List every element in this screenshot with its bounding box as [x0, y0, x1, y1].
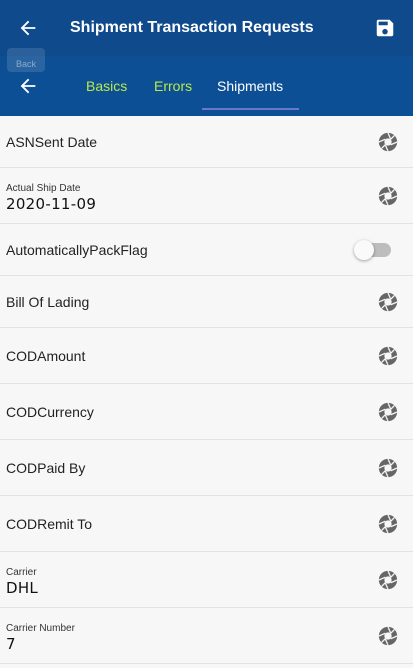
camera-icon[interactable]: [377, 345, 399, 367]
field-row-automatically-pack-flag: AutomaticallyPackFlag: [0, 224, 413, 276]
title-bar: Shipment Transaction Requests: [0, 0, 413, 56]
field-row-asnsent-date[interactable]: ASNSent Date: [0, 116, 413, 168]
field-label: CODPaid By: [6, 459, 86, 476]
camera-icon[interactable]: [377, 513, 399, 535]
tab-errors[interactable]: Errors: [134, 56, 202, 116]
tab-list: Basics Errors Shipments: [66, 56, 299, 116]
field-row-codamount[interactable]: CODAmount: [0, 328, 413, 384]
save-button[interactable]: [357, 0, 413, 56]
field-row-codcurrency[interactable]: CODCurrency: [0, 384, 413, 440]
field-label: CODCurrency: [6, 403, 94, 420]
camera-icon[interactable]: [377, 131, 399, 153]
field-label: CODRemit To: [6, 515, 93, 532]
field-label: ASNSent Date: [6, 133, 98, 150]
field-value: 2020-11-09: [6, 194, 97, 213]
camera-icon[interactable]: [377, 185, 399, 207]
field-value: 7: [6, 634, 16, 653]
field-row-carrier-number[interactable]: Carrier Number 7: [0, 608, 413, 664]
field-label: CODAmount: [6, 347, 86, 364]
camera-icon[interactable]: [377, 291, 399, 313]
field-row-codpaid-by[interactable]: CODPaid By: [0, 440, 413, 496]
field-list: ASNSent Date Actual Ship Date 2020-11-09…: [0, 116, 413, 664]
arrow-left-icon: [20, 78, 36, 94]
tab-basics[interactable]: Basics: [66, 56, 127, 116]
page-title: Shipment Transaction Requests: [70, 19, 314, 36]
field-label: Carrier: [6, 566, 37, 578]
field-row-codremit-to[interactable]: CODRemit To: [0, 496, 413, 552]
tab-shipments[interactable]: Shipments: [202, 56, 299, 116]
camera-icon[interactable]: [377, 401, 399, 423]
field-row-bill-of-lading[interactable]: Bill Of Lading: [0, 276, 413, 328]
field-label: Bill Of Lading: [6, 293, 90, 310]
field-value: DHL: [6, 578, 39, 597]
field-label: Actual Ship Date: [6, 182, 81, 194]
arrow-left-icon: [20, 20, 36, 36]
tab-bar: Back Basics Errors Shipments: [0, 48, 413, 116]
field-label: Carrier Number: [6, 622, 75, 634]
field-row-actual-ship-date[interactable]: Actual Ship Date 2020-11-09: [0, 168, 413, 224]
secondary-back-button[interactable]: [0, 56, 56, 116]
field-label: AutomaticallyPackFlag: [6, 241, 148, 258]
field-row-carrier[interactable]: Carrier DHL: [0, 552, 413, 608]
app-root: Shipment Transaction Requests Back Basic…: [0, 0, 413, 668]
save-icon: [376, 19, 394, 37]
pack-flag-toggle[interactable]: [354, 239, 391, 260]
camera-icon[interactable]: [377, 569, 399, 591]
camera-icon[interactable]: [377, 457, 399, 479]
camera-icon[interactable]: [377, 625, 399, 647]
